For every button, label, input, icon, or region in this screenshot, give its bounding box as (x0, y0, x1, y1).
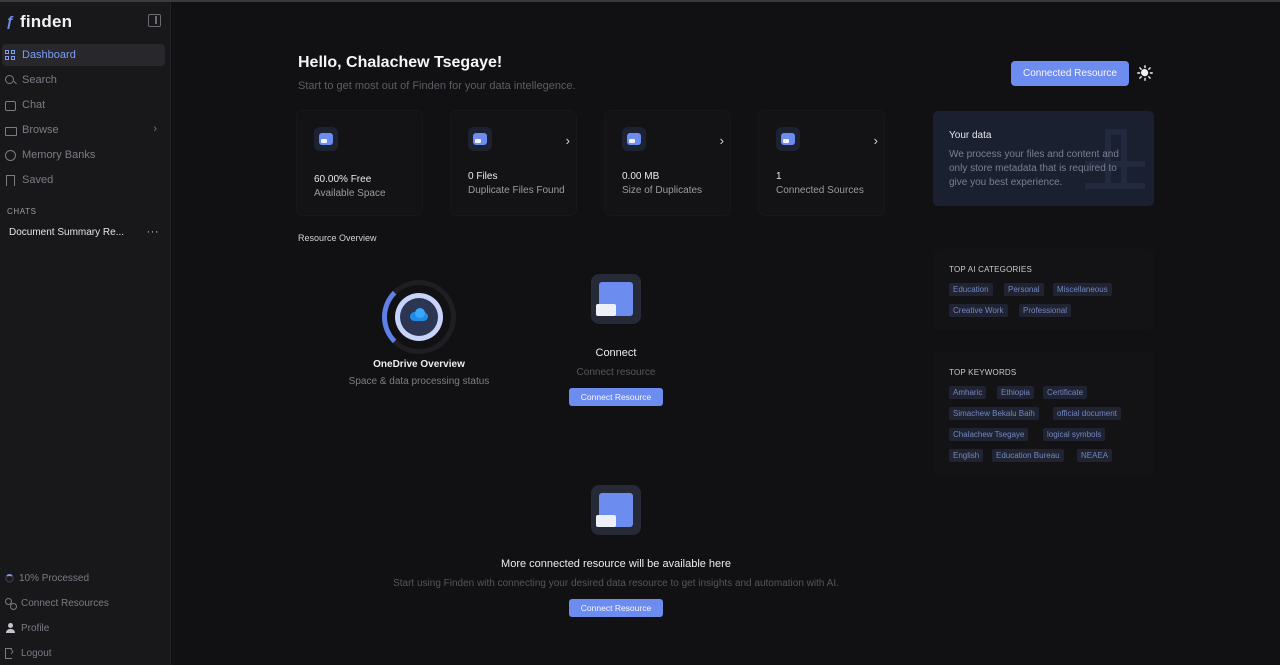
stat-value: 0.00 MB (622, 171, 660, 182)
stat-value: 1 (776, 171, 782, 182)
category-tag[interactable]: Miscellaneous (1053, 283, 1112, 296)
copy-file-icon (622, 127, 646, 151)
category-tag[interactable]: Professional (1019, 304, 1072, 317)
sidebar-item-profile[interactable]: Profile (5, 619, 49, 637)
keyword-tag[interactable]: Certificate (1043, 386, 1088, 399)
sidebar-item-label: Memory Banks (22, 149, 96, 161)
category-tag[interactable]: Creative Work (949, 304, 1008, 317)
chevron-right-icon[interactable]: › (874, 133, 878, 148)
sidebar-item-label: Connect Resources (21, 597, 109, 609)
grid-icon (5, 49, 16, 61)
chevron-right-icon[interactable]: › (566, 133, 570, 148)
keyword-tag[interactable]: Amharic (949, 386, 987, 399)
logout-icon (5, 644, 16, 659)
stat-card-connected-sources[interactable]: › 1 Connected Sources (759, 111, 884, 215)
keyword-tag[interactable]: Simachew Bekalu Baih (949, 407, 1039, 420)
your-data-card: Your data We process your files and cont… (933, 111, 1154, 206)
sidebar-item-saved[interactable]: Saved (2, 169, 165, 191)
stat-value: 60.00% Free (314, 174, 372, 185)
sidebar-item-dashboard[interactable]: Dashboard (2, 44, 165, 66)
window-top-border (0, 0, 1280, 2)
category-tag[interactable]: Education (949, 283, 993, 296)
chevron-right-icon: › (153, 123, 157, 135)
chats-heading: CHATS (7, 207, 37, 216)
chat-title: Document Summary Re... (9, 226, 125, 238)
search-icon (5, 74, 16, 86)
keyword-tag[interactable]: English (949, 449, 984, 462)
stat-label: Size of Duplicates (622, 185, 703, 196)
link-icon (5, 597, 17, 610)
resource-overview-heading: Resource Overview (298, 233, 377, 243)
sidebar-item-chat[interactable]: Chat (2, 94, 165, 116)
processing-status: 10% Processed (5, 569, 89, 587)
stat-value: 0 Files (468, 171, 498, 182)
onedrive-title: OneDrive Overview (373, 359, 465, 370)
bookmark-icon (5, 174, 16, 186)
stat-label: Available Space (314, 188, 386, 199)
progress-ring-icon (5, 573, 14, 583)
top-keywords-heading: TOP KEYWORDS (949, 368, 1017, 377)
page-subtitle: Start to get most out of Finden for your… (298, 80, 576, 92)
more-resources-subtitle: Start using Finden with connecting your … (393, 578, 839, 589)
sidebar: ƒ finden Dashboard Search Chat Browse › … (0, 2, 171, 665)
sidebar-item-search[interactable]: Search (2, 69, 165, 91)
storage-icon (314, 127, 338, 151)
more-resources-icon (591, 485, 641, 535)
more-resources-title: More connected resource will be availabl… (501, 558, 731, 570)
chevron-right-icon[interactable]: › (720, 133, 724, 148)
finden-logo-icon: ƒ (6, 13, 15, 30)
keyword-tag[interactable]: Ethiopia (997, 386, 1034, 399)
brand-name: finden (20, 12, 73, 31)
sidebar-item-memory-banks[interactable]: Memory Banks (2, 144, 165, 166)
sidebar-item-label: Logout (21, 647, 52, 659)
sidebar-item-label: Browse (22, 124, 59, 136)
connect-title: Connect (595, 347, 637, 359)
sidebar-item-label: Saved (22, 174, 54, 186)
sidebar-item-label: Profile (21, 622, 50, 634)
keyword-tag[interactable]: NEAEA (1077, 449, 1113, 462)
page-title: Hello, Chalachew Tsegaye! (298, 54, 503, 71)
stat-card-available-space: 60.00% Free Available Space (297, 111, 422, 215)
chat-icon (5, 100, 16, 111)
top-keywords-panel: TOP KEYWORDS Amharic Ethiopia Certificat… (933, 352, 1154, 476)
sidebar-item-label: Search (22, 74, 57, 86)
keyword-tag[interactable]: official document (1053, 407, 1121, 420)
connected-resource-button[interactable]: Connected Resource (1011, 61, 1129, 86)
collapse-sidebar-icon[interactable] (148, 14, 161, 27)
your-data-title: Your data (949, 130, 992, 141)
top-ai-categories-panel: TOP AI CATEGORIES Education Personal Mis… (933, 249, 1154, 330)
top-ai-categories-heading: TOP AI CATEGORIES (949, 265, 1032, 274)
keyword-tag[interactable]: Education Bureau (992, 449, 1064, 462)
keyword-tag[interactable]: Chalachew Tsegaye (949, 428, 1029, 441)
user-icon (5, 622, 16, 634)
keyword-tag[interactable]: logical symbols (1043, 428, 1106, 441)
chat-list-item[interactable]: Document Summary Re... ··· (9, 226, 159, 238)
stat-label: Duplicate Files Found (468, 185, 565, 196)
connect-resource-button[interactable]: Connect Resource (569, 388, 663, 406)
stat-card-size-of-duplicates[interactable]: › 0.00 MB Size of Duplicates (605, 111, 730, 215)
stat-label: Connected Sources (776, 185, 864, 196)
sidebar-item-label: Chat (22, 99, 46, 111)
sidebar-item-logout[interactable]: Logout (5, 644, 52, 662)
brain-icon (5, 149, 16, 161)
sidebar-item-label: Dashboard (22, 49, 76, 61)
your-data-body: We process your files and content and on… (949, 149, 1119, 188)
sun-icon[interactable] (1137, 65, 1153, 81)
onedrive-subtitle: Space & data processing status (348, 376, 490, 387)
folder-icon (468, 127, 492, 151)
connect-resource-icon (591, 274, 641, 324)
more-options-icon[interactable]: ··· (147, 226, 160, 238)
processing-label: 10% Processed (19, 572, 90, 584)
category-tag[interactable]: Personal (1004, 283, 1044, 296)
sidebar-item-browse[interactable]: Browse › (2, 119, 165, 141)
connected-source-icon (776, 127, 800, 151)
connect-resource-button-bottom[interactable]: Connect Resource (569, 599, 663, 617)
stat-card-duplicate-files[interactable]: › 0 Files Duplicate Files Found (451, 111, 576, 215)
onedrive-cloud-icon (407, 308, 431, 322)
connect-subtitle: Connect resource (576, 367, 656, 378)
sidebar-item-connect-resources[interactable]: Connect Resources (5, 594, 109, 612)
folder-icon (5, 125, 17, 136)
brand[interactable]: ƒ finden (6, 12, 72, 32)
